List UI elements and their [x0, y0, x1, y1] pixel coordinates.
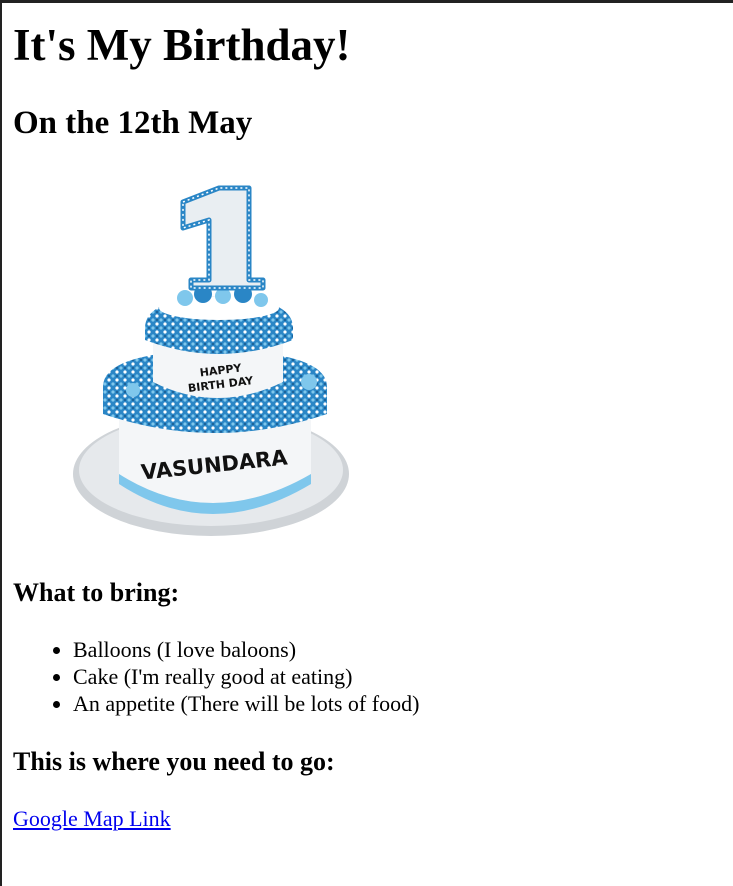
list-item: An appetite (There will be lots of food)	[73, 690, 419, 717]
birthday-cake-image: VASUNDARA HAPPY BIRTH DAY	[73, 185, 349, 536]
window-top-border	[0, 0, 733, 3]
location-heading: This is where you need to go:	[13, 747, 335, 776]
google-map-link[interactable]: Google Map Link	[13, 805, 171, 833]
page-subtitle: On the 12th May	[13, 105, 253, 141]
list-item: Balloons (I love baloons)	[73, 636, 419, 663]
window-left-border	[0, 0, 2, 886]
page-title: It's My Birthday!	[13, 20, 351, 70]
what-to-bring-heading: What to bring:	[13, 578, 180, 607]
list-item: Cake (I'm really good at eating)	[73, 663, 419, 690]
bring-list: Balloons (I love baloons) Cake (I'm real…	[13, 636, 419, 717]
